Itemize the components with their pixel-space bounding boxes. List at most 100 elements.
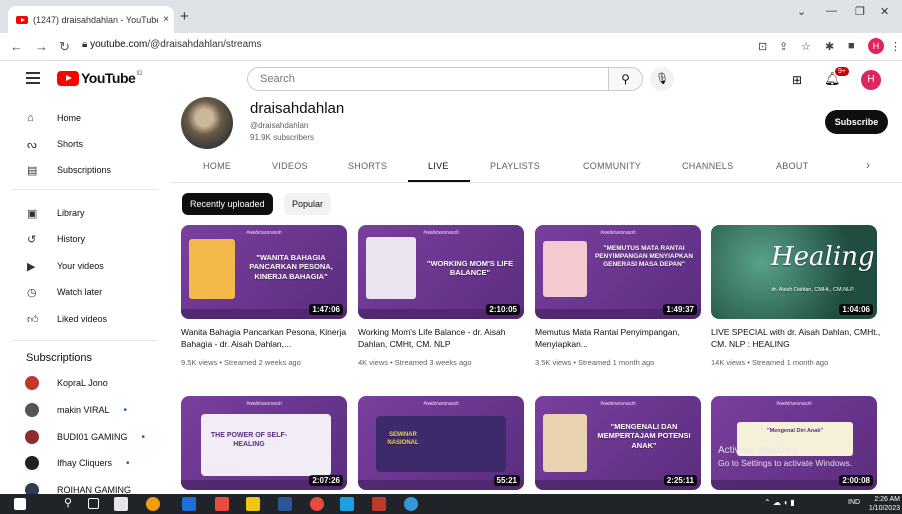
video-thumbnail[interactable]: #webinarorasoh THE POWER OF SELF-HEALING…	[181, 396, 347, 490]
browser-tab-bar: (1247) draisahdahlan - YouTube × + ⌄ — ❐…	[0, 0, 902, 33]
video-meta: 3.5K views • Streamed 1 month ago	[535, 358, 655, 367]
firefox-icon[interactable]	[146, 497, 160, 511]
windows-start-icon[interactable]	[14, 498, 26, 510]
file-explorer-icon[interactable]	[246, 497, 260, 511]
lock-icon: 🔒︎	[82, 39, 91, 50]
channel-avatar	[25, 456, 39, 470]
video-duration: 1:04:06	[839, 304, 873, 315]
video-duration: 55:21	[493, 475, 520, 486]
install-icon[interactable]: ⊡	[758, 40, 767, 53]
browser-tab[interactable]: (1247) draisahdahlan - YouTube ×	[8, 6, 174, 33]
video-title[interactable]: Wanita Bahagia Pancarkan Pesona, Kinerja…	[181, 326, 351, 350]
tab-live[interactable]: LIVE	[428, 161, 449, 171]
chip-recently-uploaded[interactable]: Recently uploaded	[182, 193, 273, 215]
video-thumbnail[interactable]: #webinarorasoh "Mengenal Diri Anak" 2:00…	[711, 396, 877, 490]
video-duration: 2:25:11	[663, 475, 697, 486]
youtube-favicon-icon	[16, 15, 28, 24]
video-thumbnail[interactable]: #webinarorasoh "MENGENALI DAN MEMPERTAJA…	[535, 396, 701, 490]
menu-hamburger-icon[interactable]	[26, 72, 40, 87]
tab-close-button[interactable]: ×	[158, 14, 174, 25]
sidebar-item-history[interactable]: ↺ History	[0, 226, 170, 252]
app-icon[interactable]	[372, 497, 386, 511]
video-thumbnail[interactable]: Healing dr. Aisah Dahlan, CMHt., CM.NLP.…	[711, 225, 877, 319]
channel-handle: @draisahdahlan	[250, 121, 309, 130]
bookmark-star-icon[interactable]: ☆	[801, 40, 811, 53]
acrobat-icon[interactable]	[215, 497, 229, 511]
channel-avatar	[25, 403, 39, 417]
channel-name: draisahdahlan	[250, 100, 345, 117]
tab-playlists[interactable]: PLAYLISTS	[490, 161, 540, 171]
tab-title: (1247) draisahdahlan - YouTube	[33, 14, 158, 25]
subscribe-button[interactable]: Subscribe	[825, 110, 888, 134]
sidebar-divider	[12, 340, 158, 341]
video-thumbnail[interactable]: #webinarorasoh "MEMUTUS MATA RANTAI PENY…	[535, 225, 701, 319]
video-title[interactable]: LIVE SPECIAL with dr. Aisah Dahlan, CMHt…	[711, 326, 881, 350]
video-title[interactable]: Memutus Mata Rantai Penyimpangan, Menyia…	[535, 326, 705, 350]
search-icon: ⚲	[621, 72, 630, 86]
edge-icon[interactable]	[404, 497, 418, 511]
url-field[interactable]: 🔒︎ youtube.com/@draisahdahlan/streams	[82, 39, 261, 50]
account-avatar[interactable]: H	[861, 70, 881, 90]
tab-channels[interactable]: CHANNELS	[682, 161, 733, 171]
subscription-item[interactable]: Ifhay Cliquers •	[0, 451, 170, 475]
tab-shorts[interactable]: SHORTS	[348, 161, 387, 171]
thumbnail-photo	[189, 239, 235, 299]
create-video-icon[interactable]: ⊞	[792, 73, 802, 87]
video-thumbnail[interactable]: #webinarorasoh SEMINAR NASIONAL 55:21	[358, 396, 524, 490]
subscription-item[interactable]: BUDI01 GAMING •	[0, 425, 170, 449]
store-icon[interactable]	[114, 497, 128, 511]
tab-home[interactable]: HOME	[203, 161, 231, 171]
sidebar-divider	[12, 189, 158, 190]
sidebar-item-library[interactable]: ▣ Library	[0, 200, 170, 226]
close-window-button[interactable]: ✕	[880, 5, 889, 18]
video-thumbnail[interactable]: #webinarorasoh "WORKING MOM'S LIFE BALAN…	[358, 225, 524, 319]
search-button[interactable]: ⚲	[609, 67, 643, 91]
tab-videos[interactable]: VIDEOS	[272, 161, 308, 171]
minimize-button[interactable]: —	[826, 5, 837, 17]
chevron-down-icon[interactable]: ⌄	[797, 5, 806, 18]
new-content-dot: •	[123, 404, 128, 416]
sidepanel-icon[interactable]: ■	[848, 40, 855, 52]
sidebar-item-home[interactable]: ⌂ Home	[0, 105, 170, 131]
task-view-icon[interactable]	[88, 498, 99, 509]
sidebar-item-watch-later[interactable]: ◷ Watch later	[0, 279, 170, 305]
new-tab-button[interactable]: +	[180, 8, 189, 25]
taskbar-clock[interactable]: 2:26 AM 1/10/2023	[869, 495, 900, 513]
language-indicator[interactable]: IND	[848, 499, 860, 506]
back-button[interactable]: ←	[10, 39, 23, 54]
address-bar: ← → ↻ 🔒︎ youtube.com/@draisahdahlan/stre…	[0, 33, 902, 61]
subscription-item[interactable]: makin VIRAL •	[0, 398, 170, 422]
tabs-scroll-right-icon[interactable]: ›	[866, 158, 870, 172]
sidebar-item-shorts[interactable]: ᔓ Shorts	[0, 131, 170, 157]
subscriber-count: 91.9K subscribers	[250, 133, 315, 142]
thumbnail-photo	[366, 237, 416, 299]
subscription-item[interactable]: KopraL Jono	[0, 371, 170, 395]
library-icon: ▣	[27, 207, 38, 220]
sidebar-item-liked-videos[interactable]: 👍︎ Liked videos	[0, 306, 170, 332]
photoshop-icon[interactable]	[182, 497, 196, 511]
video-thumbnail[interactable]: #webinarorasoh "WANITA BAHAGIA PANCARKAN…	[181, 225, 347, 319]
forward-button[interactable]: →	[35, 39, 48, 54]
search-input[interactable]: Search	[247, 67, 609, 91]
reload-button[interactable]: ↻	[59, 39, 70, 55]
subscriptions-icon: ▤	[27, 164, 38, 177]
chip-popular[interactable]: Popular	[284, 193, 332, 215]
tab-about[interactable]: ABOUT	[776, 161, 809, 171]
maximize-button[interactable]: ❐	[855, 5, 865, 18]
youtube-play-icon	[57, 70, 79, 86]
system-tray-icons[interactable]: ⌃ ☁ ◖ ▮	[764, 498, 795, 507]
share-icon[interactable]: ⇪	[779, 40, 788, 53]
sidebar-item-subscriptions[interactable]: ▤ Subscriptions	[0, 157, 170, 183]
word-icon[interactable]	[278, 497, 292, 511]
chrome-icon[interactable]	[310, 497, 324, 511]
tab-community[interactable]: COMMUNITY	[583, 161, 641, 171]
sidebar-item-your-videos[interactable]: ▶ Your videos	[0, 253, 170, 279]
youtube-logo[interactable]: YouTube ID	[57, 70, 142, 86]
voice-search-button[interactable]: 🎙︎	[650, 67, 674, 91]
menu-dots-icon[interactable]: ⋮	[890, 40, 901, 53]
browser-profile-avatar[interactable]: H	[868, 38, 884, 54]
app-icon[interactable]	[340, 497, 354, 511]
extensions-icon[interactable]: ✱	[825, 40, 834, 53]
video-title[interactable]: Working Mom's Life Balance - dr. Aisah D…	[358, 326, 528, 350]
search-icon[interactable]: ⚲	[64, 496, 72, 510]
